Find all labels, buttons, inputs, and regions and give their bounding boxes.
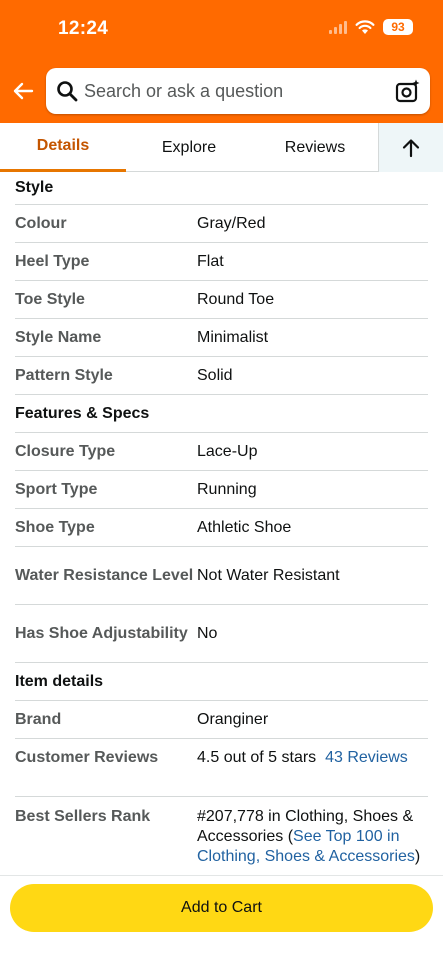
- tab-bar: Details Explore Reviews: [0, 123, 443, 172]
- back-arrow-icon[interactable]: [10, 78, 36, 104]
- detail-key: Shoe Type: [15, 518, 95, 536]
- detail-value: Running: [197, 480, 257, 498]
- detail-value: #207,778 in Clothing, Shoes & Accessorie…: [197, 807, 428, 867]
- detail-row: Toe Style Round Toe: [15, 281, 428, 319]
- detail-row: Customer Reviews 4.5 out of 5 stars 43 R…: [15, 739, 428, 797]
- detail-key: Toe Style: [15, 290, 85, 308]
- detail-row: Pattern Style Solid: [15, 357, 428, 395]
- tab-reviews[interactable]: Reviews: [252, 123, 378, 172]
- section-title-item-details: Item details: [15, 663, 428, 701]
- detail-value: Athletic Shoe: [197, 518, 292, 536]
- detail-row: Has Shoe Adjustability No: [15, 605, 428, 663]
- signal-icon: [329, 20, 347, 34]
- add-to-cart-bar: Add to Cart: [0, 875, 443, 960]
- detail-value: 4.5 out of 5 stars 43 Reviews: [197, 748, 428, 768]
- detail-key: Sport Type: [15, 480, 98, 498]
- section-title-style: Style: [15, 172, 428, 205]
- arrow-up-icon: [402, 138, 420, 157]
- search-bar[interactable]: [46, 68, 430, 114]
- detail-key: Customer Reviews: [15, 749, 159, 766]
- search-input[interactable]: [84, 68, 384, 114]
- detail-row: Sport Type Running: [15, 471, 428, 509]
- status-icons: 93: [329, 19, 413, 35]
- detail-key: Best Sellers Rank: [15, 808, 151, 825]
- tab-explore[interactable]: Explore: [126, 123, 252, 172]
- wifi-icon: [355, 20, 375, 34]
- detail-row: Water Resistance Level Not Water Resista…: [15, 547, 428, 605]
- status-time: 12:24: [58, 18, 109, 39]
- detail-key: Closure Type: [15, 442, 116, 460]
- detail-value: No: [197, 624, 218, 642]
- detail-key: Style Name: [15, 328, 102, 346]
- detail-row: Colour Gray/Red: [15, 205, 428, 243]
- rank-suffix: ): [414, 848, 421, 865]
- add-to-cart-button[interactable]: Add to Cart: [10, 884, 433, 932]
- detail-key: Heel Type: [15, 252, 90, 270]
- detail-value: Lace-Up: [197, 442, 258, 460]
- detail-key: Colour: [15, 214, 67, 232]
- detail-row: Brand Oranginer: [15, 701, 428, 739]
- header: 12:24 93: [0, 0, 443, 123]
- detail-value: Not Water Resistant: [197, 566, 340, 584]
- detail-value: Minimalist: [197, 328, 269, 346]
- battery-indicator: 93: [383, 19, 413, 35]
- rating-text: 4.5 out of 5 stars: [197, 749, 317, 766]
- detail-value: Flat: [197, 252, 224, 270]
- detail-value: Oranginer: [197, 710, 269, 728]
- detail-row: Closure Type Lace-Up: [15, 433, 428, 471]
- section-title-features: Features & Specs: [15, 395, 428, 433]
- search-icon: [57, 81, 78, 102]
- detail-row: Best Sellers Rank #207,778 in Clothing, …: [15, 797, 428, 877]
- detail-key: Pattern Style: [15, 366, 113, 384]
- detail-value: Solid: [197, 366, 233, 384]
- detail-key: Water Resistance Level: [15, 566, 194, 584]
- detail-row: Heel Type Flat: [15, 243, 428, 281]
- detail-key: Brand: [15, 710, 62, 728]
- detail-key: Has Shoe Adjustability: [15, 624, 188, 642]
- detail-value: Gray/Red: [197, 214, 266, 232]
- detail-row: Shoe Type Athletic Shoe: [15, 509, 428, 547]
- camera-search-icon[interactable]: [395, 78, 421, 104]
- reviews-count-link[interactable]: 43 Reviews: [325, 749, 408, 766]
- tab-details[interactable]: Details: [0, 123, 126, 172]
- detail-value: Round Toe: [197, 290, 275, 308]
- detail-row: Style Name Minimalist: [15, 319, 428, 357]
- scroll-to-top-button[interactable]: [378, 123, 443, 172]
